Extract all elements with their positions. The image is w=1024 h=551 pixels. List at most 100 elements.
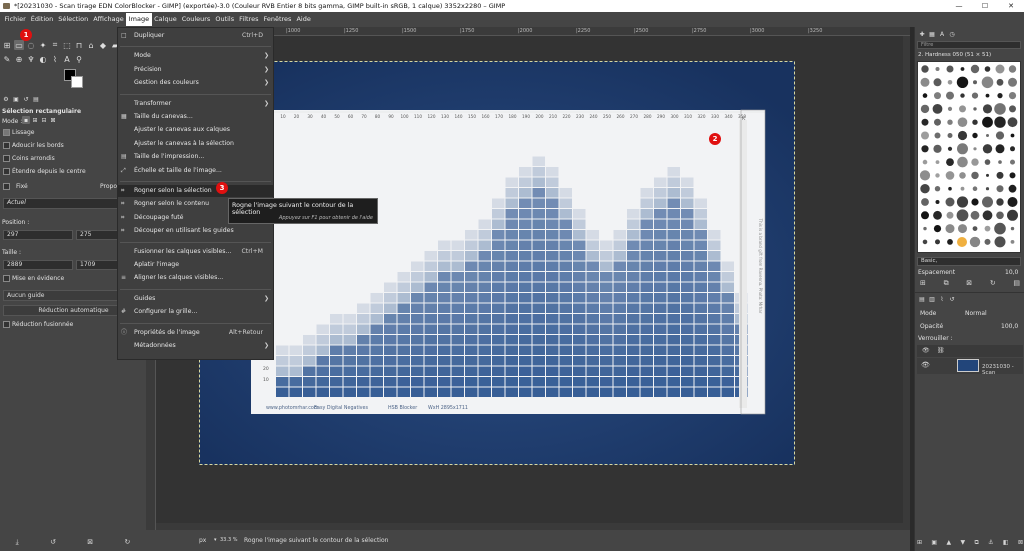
align-tool-icon[interactable]: ⊞ — [2, 40, 12, 50]
image-menu-item[interactable]: ▦ Taille du canevas... — [118, 111, 273, 123]
size-width-field[interactable]: 2889 — [3, 260, 73, 270]
brushes-tab-icon[interactable]: ✚ — [918, 30, 926, 38]
position-x-field[interactable]: 297 — [3, 230, 73, 240]
antialias-checkbox[interactable] — [3, 129, 10, 136]
layer-mode-select[interactable]: Normal — [965, 310, 987, 317]
text-tool-icon[interactable]: A — [62, 54, 72, 64]
image-menu-item[interactable]: ⤢ Échelle et taille de l'image... — [118, 165, 273, 177]
image-menu-item[interactable]: ⌗ Rogner selon la sélection — [118, 185, 273, 197]
fuzzy-select-icon[interactable]: ✦ — [38, 40, 48, 50]
paintbrush-tool-icon[interactable]: ✎ — [2, 54, 12, 64]
close-button[interactable]: ✕ — [998, 0, 1024, 12]
image-menu-item[interactable]: Mode ❯ — [118, 50, 273, 62]
image-menu-item[interactable]: □ Dupliquer Ctrl+D — [118, 30, 273, 42]
duplicate-layer-icon[interactable]: ⧉ — [974, 539, 978, 547]
menu-fenetres[interactable]: Fenêtres — [261, 13, 294, 26]
cage-tool-icon[interactable]: ⌂ — [86, 40, 96, 50]
images-tab-icon[interactable]: ▤ — [32, 95, 40, 103]
feather-checkbox[interactable] — [3, 142, 10, 149]
delete-layer-icon[interactable]: ⊠ — [1018, 539, 1023, 547]
image-menu-item[interactable]: Précision ❯ — [118, 64, 273, 76]
documents-tab-icon[interactable]: ◷ — [948, 30, 956, 38]
anchor-layer-icon[interactable]: ⚓ — [988, 539, 993, 547]
menu-edition[interactable]: Édition — [28, 13, 56, 26]
position-y-field[interactable]: 275 — [76, 230, 120, 240]
layer-visibility-icon[interactable]: 👁 — [921, 361, 930, 369]
mode-replace-icon[interactable]: ▪ — [22, 116, 30, 124]
size-height-field[interactable]: 1709 — [76, 260, 120, 270]
layer-name[interactable]: 20231030 - Scan — [982, 364, 1024, 376]
lower-layer-icon[interactable]: ▼ — [960, 539, 965, 547]
reset-options-icon[interactable]: ↻ — [124, 538, 130, 546]
brush-grid[interactable] — [917, 61, 1021, 253]
fixed-mode-select[interactable]: Propo — [100, 183, 117, 190]
image-menu-item[interactable]: Aplatir l'image — [118, 259, 273, 271]
menu-image[interactable]: Image — [126, 13, 152, 26]
highlight-checkbox[interactable] — [3, 275, 10, 282]
image-menu-item[interactable]: ⌗ Découper en utilisant les guides — [118, 225, 273, 237]
menu-selection[interactable]: Sélection — [56, 13, 91, 26]
image-menu-item[interactable]: ⓘ Propriétés de l'image Alt+Retour — [118, 327, 273, 339]
menu-couleurs[interactable]: Couleurs — [179, 13, 213, 26]
duplicate-brush-icon[interactable]: ⧉ — [944, 279, 949, 288]
spacing-value[interactable]: 10,0 — [1005, 269, 1018, 276]
unit-select[interactable]: px — [199, 537, 206, 544]
clone-tool-icon[interactable]: ⊕ — [14, 54, 24, 64]
minimize-button[interactable]: — — [946, 0, 972, 12]
menu-fichier[interactable]: Fichier — [2, 13, 28, 26]
unit-dropdown-icon[interactable]: ▾ — [214, 537, 217, 543]
crop-tool-icon[interactable]: ⌗ — [50, 40, 60, 50]
menu-filtres[interactable]: Filtres — [237, 13, 261, 26]
layers-tab-icon[interactable]: ▤ — [918, 295, 926, 303]
channels-tab-icon[interactable]: ▥ — [928, 295, 936, 303]
rounded-corners-checkbox[interactable] — [3, 155, 10, 162]
vertical-scrollbar[interactable] — [903, 36, 910, 523]
image-menu-item[interactable]: Gestion des couleurs ❯ — [118, 77, 273, 89]
shrink-merged-checkbox[interactable] — [3, 321, 10, 328]
image-menu-item[interactable]: Transformer ❯ — [118, 98, 273, 110]
unified-transform-icon[interactable]: ⬚ — [62, 40, 72, 50]
mode-subtract-icon[interactable]: ⊟ — [40, 116, 48, 124]
background-color-swatch[interactable] — [71, 76, 83, 88]
fixed-checkbox[interactable] — [3, 183, 10, 190]
tool-options-tab-icon[interactable]: ⚙ — [2, 95, 10, 103]
brush-preset-select[interactable]: Basic, — [917, 257, 1021, 266]
rect-select-tool-icon[interactable]: ▭ — [14, 40, 24, 50]
color-picker-icon[interactable]: ⚲ — [74, 54, 84, 64]
device-status-tab-icon[interactable]: ▣ — [12, 95, 20, 103]
open-brush-icon[interactable]: ▤ — [1013, 279, 1020, 288]
refresh-brushes-icon[interactable]: ↻ — [990, 279, 996, 288]
image-menu-item[interactable]: Fusionner les calques visibles... Ctrl+M — [118, 246, 273, 258]
paths-tab-icon[interactable]: ⌇ — [938, 295, 946, 303]
bucket-fill-icon[interactable]: ◆ — [98, 40, 108, 50]
image-menu-item[interactable]: ▤ Taille de l'impression... — [118, 151, 273, 163]
delete-brush-icon[interactable]: ⊠ — [966, 279, 972, 288]
paths-tool-icon[interactable]: ⌇ — [50, 54, 60, 64]
smudge-tool-icon[interactable]: ♆ — [26, 54, 36, 64]
mode-add-icon[interactable]: ⊞ — [31, 116, 39, 124]
new-layer-icon[interactable]: ⊞ — [917, 539, 922, 547]
restore-options-icon[interactable]: ↺ — [50, 538, 56, 546]
menu-outils[interactable]: Outils — [213, 13, 237, 26]
new-brush-icon[interactable]: ⊞ — [920, 279, 926, 288]
undo-history-tab-icon[interactable]: ↺ — [22, 95, 30, 103]
image-menu-item[interactable]: Métadonnées ❯ — [118, 340, 273, 352]
image-menu-item[interactable]: Ajuster le canevas aux calques — [118, 124, 273, 136]
expand-center-checkbox[interactable] — [3, 168, 10, 175]
maximize-button[interactable]: ☐ — [972, 0, 998, 12]
warp-tool-icon[interactable]: ⊓ — [74, 40, 84, 50]
fonts-tab-icon[interactable]: A — [938, 30, 946, 38]
menu-calque[interactable]: Calque — [152, 13, 180, 26]
delete-options-icon[interactable]: ⊠ — [87, 538, 93, 546]
patterns-tab-icon[interactable]: ▦ — [928, 30, 936, 38]
fixed-ratio-field[interactable]: Actuel — [3, 198, 120, 209]
brush-filter-input[interactable]: Filtre — [917, 41, 1021, 49]
menu-affichage[interactable]: Affichage — [91, 13, 127, 26]
new-group-icon[interactable]: ▣ — [931, 539, 937, 547]
horizontal-scrollbar[interactable] — [156, 523, 910, 530]
save-options-icon[interactable]: ⤓ — [16, 538, 19, 547]
image-menu-item[interactable]: Guides ❯ — [118, 293, 273, 305]
opacity-value[interactable]: 100,0 — [1001, 323, 1018, 330]
mode-intersect-icon[interactable]: ⊠ — [49, 116, 57, 124]
lasso-tool-icon[interactable]: ◌ — [26, 40, 36, 50]
